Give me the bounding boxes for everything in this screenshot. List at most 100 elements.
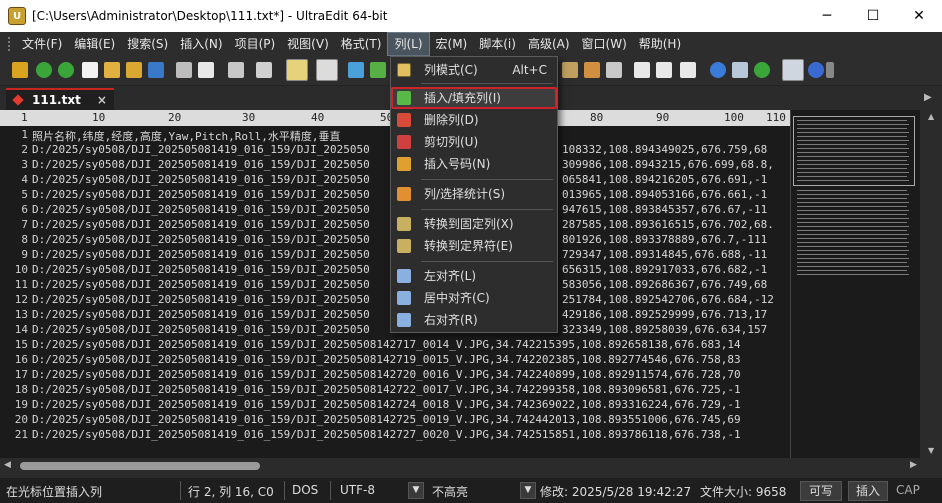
ruler-label: 30: [242, 111, 256, 124]
minimize-icon: ─: [822, 8, 832, 24]
line-text-right: 729347,108.89314845,676.688,-11: [562, 248, 768, 261]
insert-mode-toggle[interactable]: 插入: [848, 481, 888, 501]
minimize-button[interactable]: ─: [804, 0, 850, 32]
menu-item-column-mode[interactable]: 列模式(C) Alt+C: [391, 59, 557, 81]
menu-item-insert-number[interactable]: 插入号码(N): [391, 153, 557, 175]
tile-window-icon[interactable]: [656, 62, 672, 78]
close-icon: ✕: [913, 8, 925, 24]
line-text: D:/2025/sy0508/DJI_202505081419_016_159/…: [32, 308, 370, 321]
horizontal-scroll-thumb[interactable]: [20, 462, 260, 470]
menu-help[interactable]: 帮助(H): [633, 32, 687, 56]
toolbar-icon-c[interactable]: [606, 62, 622, 78]
toolbar-icon-b[interactable]: [584, 62, 600, 78]
forward-arrow-icon[interactable]: [58, 62, 74, 78]
toolbar-icon-a[interactable]: [562, 62, 578, 78]
menu-item-shortcut: Alt+C: [512, 63, 547, 77]
screenshot-icon[interactable]: [732, 62, 748, 78]
replace-in-files-icon[interactable]: [370, 62, 386, 78]
menu-search[interactable]: 搜索(S): [121, 32, 174, 56]
menu-item-convert-fixed-column[interactable]: 转换到固定列(X): [391, 213, 557, 235]
menu-macro[interactable]: 宏(M): [430, 32, 474, 56]
line-number: 14: [14, 323, 28, 336]
tab-scroll-right-icon[interactable]: ▶: [924, 92, 932, 103]
back-arrow-icon[interactable]: [36, 62, 52, 78]
line-text: D:/2025/sy0508/DJI_202505081419_016_159/…: [32, 263, 370, 276]
menu-file[interactable]: 文件(F): [16, 32, 68, 56]
save-icon[interactable]: [148, 62, 164, 78]
tab-close-icon[interactable]: ×: [97, 93, 107, 107]
menu-item-insert-fill-column[interactable]: 插入/填充列(I): [391, 87, 557, 109]
toggle-column-mode-icon[interactable]: [286, 59, 308, 81]
line-number: 6: [21, 203, 28, 216]
menu-item-align-center[interactable]: 居中对齐(C): [391, 287, 557, 309]
read-write-toggle[interactable]: 可写: [800, 481, 842, 501]
toolbar-overflow-icon[interactable]: [826, 62, 834, 78]
find-replace-icon[interactable]: [348, 62, 364, 78]
editor-line: 21 D:/2025/sy0508/DJI_202505081419_016_15…: [0, 428, 790, 443]
status-hint: 在光标位置插入列: [6, 485, 103, 499]
insert-fill-column-icon: [397, 91, 411, 105]
document-minimap[interactable]: [790, 110, 920, 458]
open-folder-icon[interactable]: [126, 62, 142, 78]
line-ending-status[interactable]: DOS: [292, 483, 318, 497]
scroll-left-icon[interactable]: ◀: [4, 460, 11, 470]
file-tab[interactable]: 111.txt ×: [6, 88, 114, 110]
new-file-icon[interactable]: [82, 62, 98, 78]
line-number: 20: [14, 413, 28, 426]
close-button[interactable]: ✕: [896, 0, 942, 32]
insert-number-icon: [397, 157, 411, 171]
line-text-right: 801926,108.893378889,676.7,-111: [562, 233, 768, 246]
menu-item-align-left[interactable]: 左对齐(L): [391, 265, 557, 287]
vertical-scrollbar[interactable]: ▲ ▼: [922, 110, 942, 458]
refresh-icon[interactable]: [754, 62, 770, 78]
line-text: D:/2025/sy0508/DJI_202505081419_016_159/…: [32, 353, 741, 366]
syntax-highlight-status[interactable]: 不高亮: [432, 483, 468, 500]
encoding-status[interactable]: UTF-8: [340, 483, 375, 497]
menu-item-column-statistics[interactable]: 列/选择统计(S): [391, 183, 557, 205]
column-select-icon[interactable]: [228, 62, 244, 78]
ultraedit-app-icon[interactable]: U: [8, 7, 26, 25]
tab-label: 111.txt: [32, 93, 81, 107]
scroll-right-icon[interactable]: ▶: [910, 460, 917, 470]
menu-item-convert-delimited[interactable]: 转换到定界符(E): [391, 235, 557, 257]
menu-advanced[interactable]: 高级(A): [522, 32, 576, 56]
menu-project[interactable]: 项目(P): [229, 32, 282, 56]
scroll-down-icon[interactable]: ▼: [928, 446, 934, 455]
encoding-dropdown-icon[interactable]: ▼: [408, 482, 424, 499]
cascade-window-icon[interactable]: [680, 62, 696, 78]
horizontal-scrollbar[interactable]: ◀ ▶: [0, 458, 942, 474]
menu-item-align-right[interactable]: 右对齐(R): [391, 309, 557, 331]
open-file-icon[interactable]: [104, 62, 120, 78]
split-window-icon[interactable]: [634, 62, 650, 78]
menu-bar: 文件(F) 编辑(E) 搜索(S) 插入(N) 项目(P) 视图(V) 格式(T…: [0, 32, 942, 56]
maximize-button[interactable]: ☐: [850, 0, 896, 32]
editor-line: 19 D:/2025/sy0508/DJI_202505081419_016_15…: [0, 398, 790, 413]
menu-script[interactable]: 脚本(i): [473, 32, 522, 56]
highlight-dropdown-icon[interactable]: ▼: [520, 482, 536, 499]
print-icon[interactable]: [176, 62, 192, 78]
menu-window[interactable]: 窗口(W): [576, 32, 633, 56]
ruler-label: 10: [92, 111, 106, 124]
scroll-up-icon[interactable]: ▲: [928, 112, 934, 121]
word-wrap-icon[interactable]: [316, 59, 338, 81]
file-size: 文件大小: 9658: [700, 485, 787, 499]
line-text: D:/2025/sy0508/DJI_202505081419_016_159/…: [32, 188, 370, 201]
new-file-wizard-icon[interactable]: [12, 62, 28, 78]
line-text-right: 065841,108.894216205,676.691,-1: [562, 173, 768, 186]
web-browser-icon[interactable]: [710, 62, 726, 78]
menu-item-delete-column[interactable]: 删除列(D): [391, 109, 557, 131]
line-text: D:/2025/sy0508/DJI_202505081419_016_159/…: [32, 383, 741, 396]
menu-item-cut-column[interactable]: 剪切列(U): [391, 131, 557, 153]
menu-edit[interactable]: 编辑(E): [68, 32, 121, 56]
help-icon[interactable]: [808, 62, 824, 78]
menu-item-label: 转换到定界符(E): [424, 239, 513, 253]
menu-column[interactable]: 列(L): [387, 32, 430, 56]
line-number: 17: [14, 368, 28, 381]
menu-format[interactable]: 格式(T): [335, 32, 388, 56]
menu-view[interactable]: 视图(V): [281, 32, 335, 56]
hex-edit-icon[interactable]: [256, 62, 272, 78]
file-view-icon[interactable]: [782, 59, 804, 81]
menu-item-label: 右对齐(R): [424, 313, 478, 327]
menu-insert[interactable]: 插入(N): [174, 32, 228, 56]
print-preview-icon[interactable]: [198, 62, 214, 78]
